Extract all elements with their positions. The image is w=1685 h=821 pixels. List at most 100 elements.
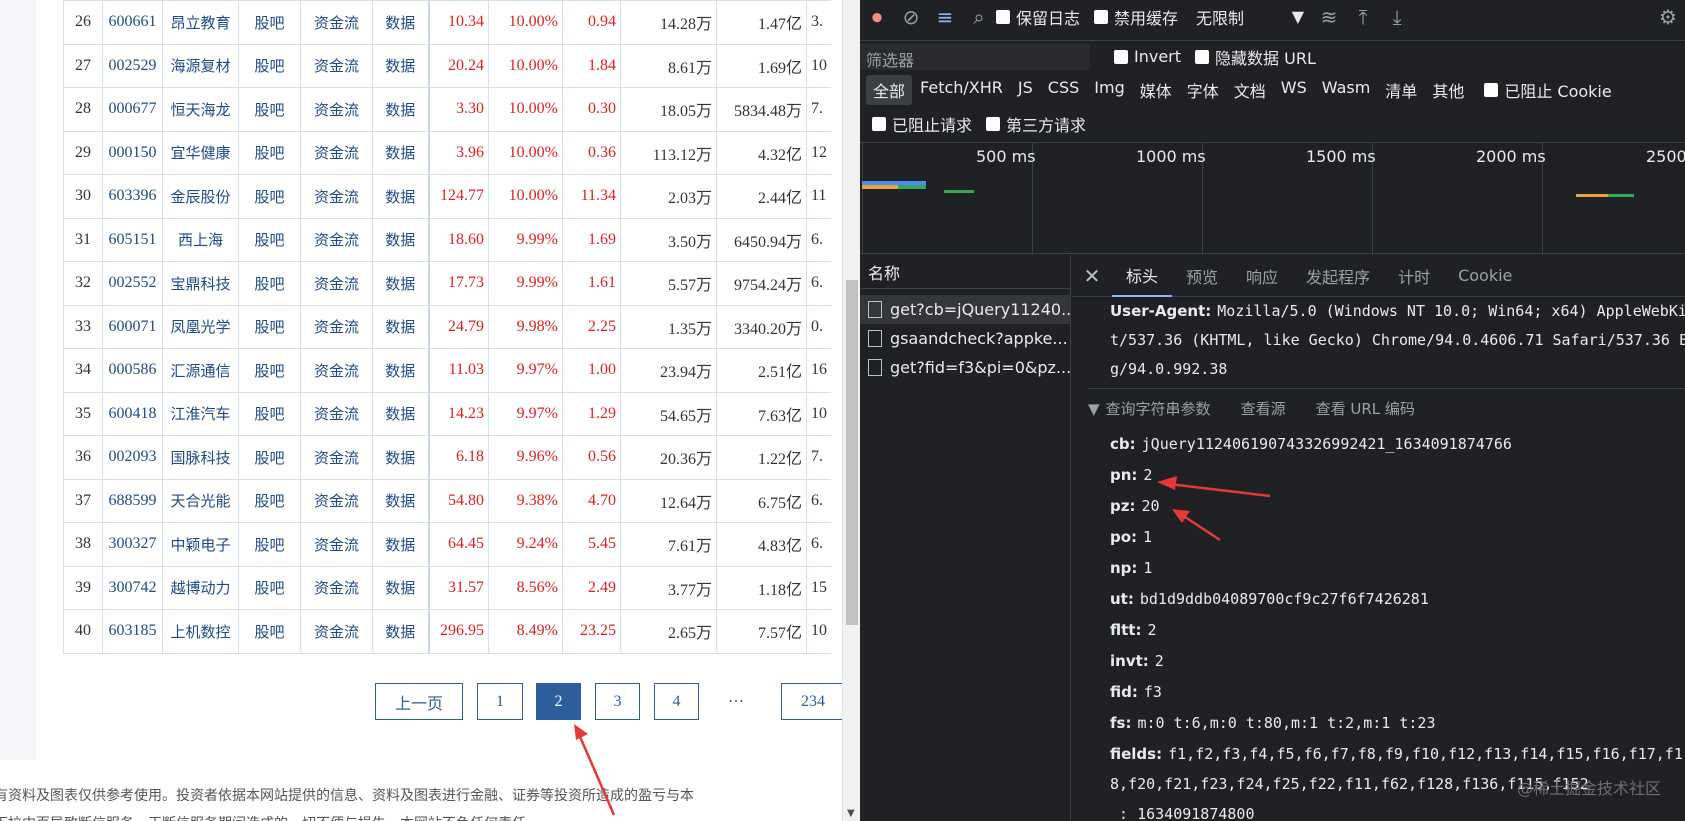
request-item[interactable]: get?cb=jQuery11240... [860,295,1070,324]
view-source-link[interactable]: 查看源 [1241,400,1286,418]
stock-code-link[interactable]: 688599 [102,478,163,523]
guba-link[interactable]: 股吧 [238,130,301,175]
stock-name-link[interactable]: 国脉科技 [162,435,239,480]
type-filter-button[interactable]: JS [1011,75,1040,105]
network-conditions-icon[interactable]: ≋ [1312,5,1346,29]
hide-data-url-checkbox[interactable] [1195,49,1210,64]
page-last-button[interactable]: 234 [781,683,845,720]
scroll-down-arrow-icon[interactable]: ▼ [847,808,855,819]
network-timeline-overview[interactable]: 500 ms 1000 ms 1500 ms 2000 ms 2500 [860,142,1685,255]
stock-name-link[interactable]: 昂立教育 [162,0,239,45]
data-link[interactable]: 数据 [372,217,430,262]
request-item[interactable]: get?fid=f3&pi=0&pz... [860,353,1070,382]
record-stop-icon[interactable]: ⏺ [860,5,894,29]
stock-code-link[interactable]: 300742 [102,565,163,610]
fund-flow-link[interactable]: 资金流 [300,130,373,175]
tab-response[interactable]: 响应 [1232,255,1292,297]
data-link[interactable]: 数据 [372,522,430,567]
guba-link[interactable]: 股吧 [238,174,301,219]
data-link[interactable]: 数据 [372,348,430,393]
data-link[interactable]: 数据 [372,87,430,132]
name-column-header[interactable]: 名称 [860,255,1070,289]
data-link[interactable]: 数据 [372,130,430,175]
type-filter-button[interactable]: 全部 [866,75,913,105]
stock-name-link[interactable]: 西上海 [162,217,239,262]
stock-name-link[interactable]: 上机数控 [162,609,239,654]
stock-code-link[interactable]: 603185 [102,609,163,654]
filter-icon[interactable]: ≡ [928,5,962,29]
throttle-select[interactable]: 无限制 ▼ [1192,5,1312,29]
export-har-icon[interactable]: ⤓ [1380,5,1414,29]
page-3-button[interactable]: 3 [595,683,640,720]
third-party-checkbox[interactable] [986,117,1001,131]
type-filter-button[interactable]: CSS [1041,75,1086,105]
type-filter-button[interactable]: 字体 [1180,75,1226,105]
guba-link[interactable]: 股吧 [238,43,301,88]
prev-page-button[interactable]: 上一页 [375,683,463,720]
guba-link[interactable]: 股吧 [238,87,301,132]
scrollbar-thumb[interactable] [846,280,858,625]
stock-name-link[interactable]: 恒天海龙 [162,87,239,132]
tab-initiator[interactable]: 发起程序 [1292,255,1384,297]
stock-code-link[interactable]: 603396 [102,174,163,219]
type-filter-button[interactable]: 文档 [1227,75,1273,105]
close-icon[interactable]: ✕ [1072,264,1112,288]
stock-name-link[interactable]: 宜华健康 [162,130,239,175]
guba-link[interactable]: 股吧 [238,348,301,393]
guba-link[interactable]: 股吧 [238,0,301,45]
guba-link[interactable]: 股吧 [238,565,301,610]
disable-cache-checkbox[interactable] [1094,9,1109,24]
data-link[interactable]: 数据 [372,478,430,523]
stock-name-link[interactable]: 金辰股份 [162,174,239,219]
guba-link[interactable]: 股吧 [238,217,301,262]
stock-code-link[interactable]: 002552 [102,261,163,306]
import-har-icon[interactable]: ⤒ [1346,5,1380,29]
view-url-encoded-link[interactable]: 查看 URL 编码 [1316,400,1415,418]
stock-code-link[interactable]: 600418 [102,391,163,436]
guba-link[interactable]: 股吧 [238,522,301,567]
fund-flow-link[interactable]: 资金流 [300,304,373,349]
guba-link[interactable]: 股吧 [238,391,301,436]
stock-name-link[interactable]: 海源复材 [162,43,239,88]
stock-code-link[interactable]: 000150 [102,130,163,175]
tab-preview[interactable]: 预览 [1172,255,1232,297]
data-link[interactable]: 数据 [372,565,430,610]
data-link[interactable]: 数据 [372,43,430,88]
data-link[interactable]: 数据 [372,0,430,45]
query-string-section-header[interactable]: ▼ 查询字符串参数 查看源 查看 URL 编码 [1088,388,1685,429]
filter-input[interactable]: 筛选器 [860,43,1090,70]
data-link[interactable]: 数据 [372,261,430,306]
preserve-log-checkbox[interactable] [996,9,1010,24]
fund-flow-link[interactable]: 资金流 [300,478,373,523]
data-link[interactable]: 数据 [372,609,430,654]
page-2-button[interactable]: 2 [536,683,581,720]
type-filter-button[interactable]: 清单 [1378,75,1424,105]
search-icon[interactable]: ⌕ [962,5,996,29]
fund-flow-link[interactable]: 资金流 [300,391,373,436]
type-filter-button[interactable]: Img [1087,75,1131,105]
stock-name-link[interactable]: 越博动力 [162,565,239,610]
guba-link[interactable]: 股吧 [238,478,301,523]
stock-code-link[interactable]: 000586 [102,348,163,393]
fund-flow-link[interactable]: 资金流 [300,174,373,219]
stock-name-link[interactable]: 江淮汽车 [162,391,239,436]
fund-flow-link[interactable]: 资金流 [300,348,373,393]
tab-cookies[interactable]: Cookie [1444,255,1526,297]
fund-flow-link[interactable]: 资金流 [300,43,373,88]
fund-flow-link[interactable]: 资金流 [300,0,373,45]
guba-link[interactable]: 股吧 [238,304,301,349]
stock-code-link[interactable]: 300327 [102,522,163,567]
page-4-button[interactable]: 4 [654,683,699,720]
data-link[interactable]: 数据 [372,174,430,219]
fund-flow-link[interactable]: 资金流 [300,609,373,654]
fund-flow-link[interactable]: 资金流 [300,522,373,567]
data-link[interactable]: 数据 [372,304,430,349]
stock-code-link[interactable]: 600661 [102,0,163,45]
clear-icon[interactable]: ⊘ [894,5,928,29]
guba-link[interactable]: 股吧 [238,435,301,480]
stock-code-link[interactable]: 600071 [102,304,163,349]
fund-flow-link[interactable]: 资金流 [300,565,373,610]
stock-name-link[interactable]: 汇源通信 [162,348,239,393]
tab-headers[interactable]: 标头 [1112,255,1173,297]
fund-flow-link[interactable]: 资金流 [300,87,373,132]
